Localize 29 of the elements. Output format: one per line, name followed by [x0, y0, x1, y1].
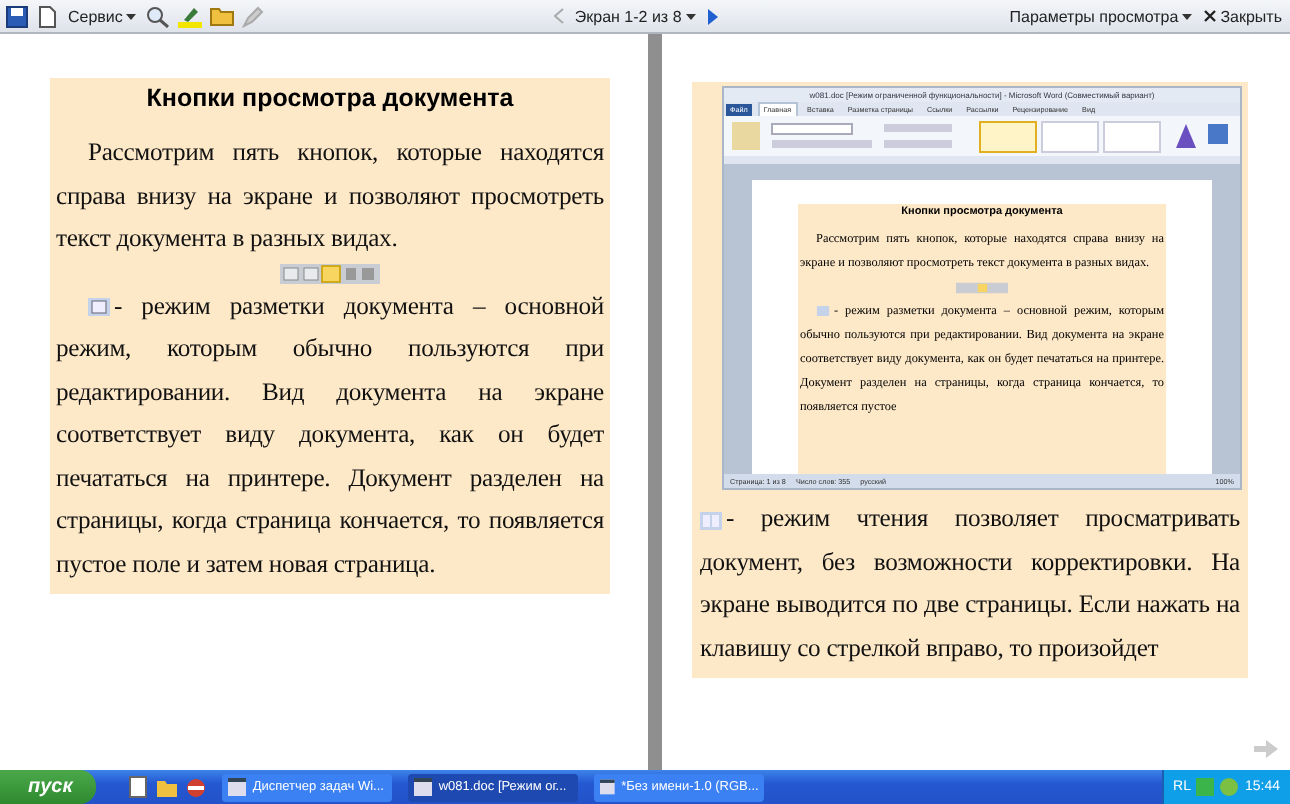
highlighter-icon[interactable]: [178, 5, 203, 27]
paragraph: - режим разметки документа – основной режим, которым обычно пользуются при редактировании. Вид документа на экране соответствует виду документа, как он будет печататься на принтере. Документ разделен на страницы, когда страница кончается, то появляется пустое поле и затем новая страница.: [56, 289, 604, 582]
folder-icon[interactable]: [156, 777, 179, 797]
caret-icon: [685, 13, 696, 19]
close-icon: [1204, 10, 1217, 22]
close-button[interactable]: Закрыть: [1202, 7, 1285, 25]
page-view-icon: [816, 306, 830, 317]
service-menu[interactable]: Сервис: [66, 7, 139, 25]
view-options-menu[interactable]: Параметры просмотра: [1007, 7, 1195, 25]
page-view-icon: [88, 298, 110, 317]
magnifier-icon[interactable]: [146, 5, 171, 27]
document-icon[interactable]: [36, 5, 58, 27]
screen-selector[interactable]: Экран 1-2 из 8: [572, 7, 698, 25]
folder-icon[interactable]: [210, 6, 235, 26]
window-icon: [414, 778, 433, 796]
paragraph: Рассмотрим пять кнопок, которые находятся справа внизу на экране и позволяют просмотреть текст документа в разных видах.: [56, 136, 604, 256]
caret-icon: [126, 13, 137, 19]
view-buttons-icon: [280, 263, 380, 283]
notepad-icon[interactable]: [128, 776, 149, 798]
paragraph: - режим чтения позволяет просматривать документ, без возможности корректировки. На экране выводится по две страницы. Если нажать на клавишу со стрелкой вправо, то произойдет: [700, 502, 1240, 666]
reading-view-icon: [700, 511, 722, 530]
section-heading: Кнопки просмотра документа: [144, 82, 516, 116]
next-arrow-icon[interactable]: [705, 7, 720, 25]
start-button[interactable]: пуск: [0, 770, 97, 804]
window-icon: [228, 778, 247, 796]
window-icon: [600, 778, 616, 796]
caret-icon: [1182, 13, 1193, 19]
view-buttons-icon: [956, 282, 1008, 294]
save-icon[interactable]: [6, 5, 28, 27]
